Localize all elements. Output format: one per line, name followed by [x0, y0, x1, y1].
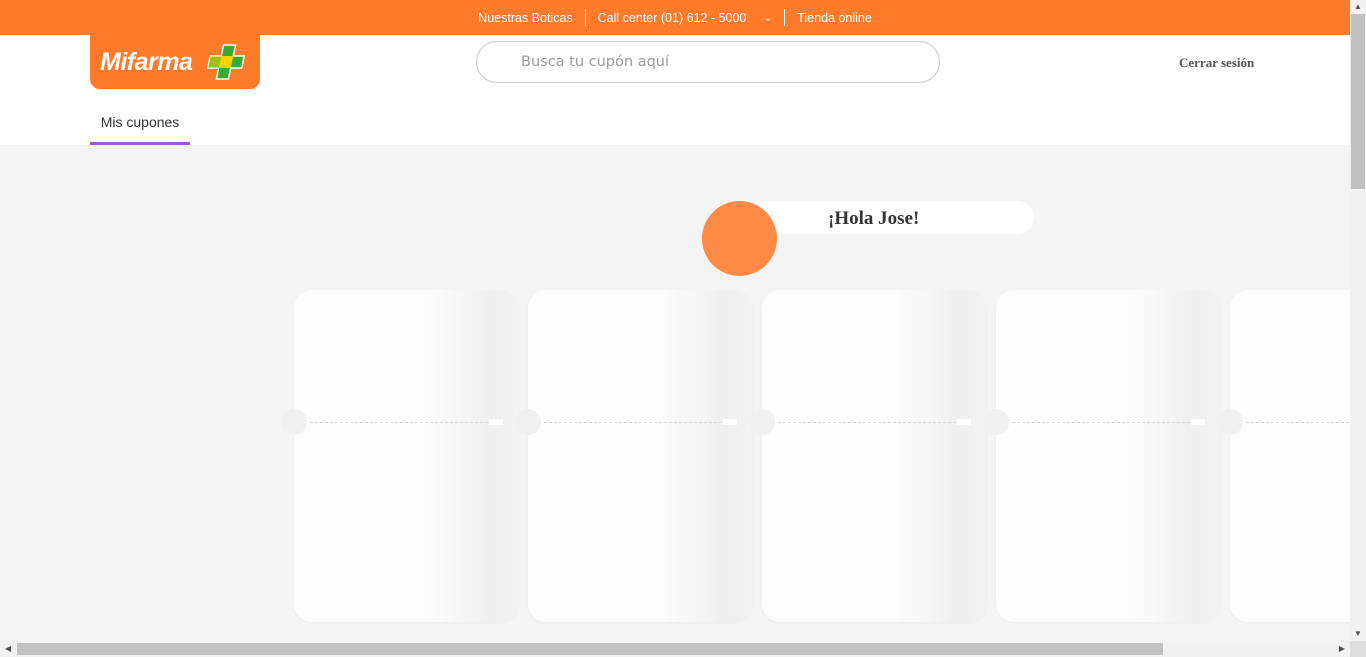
perforation-line — [310, 422, 488, 423]
stores-link[interactable]: Nuestras Boticas — [466, 11, 584, 25]
card-notch — [281, 409, 307, 435]
perforation-tick — [489, 419, 503, 425]
tab-mis-cupones[interactable]: Mis cupones — [90, 99, 190, 145]
coupon-list — [0, 290, 1350, 624]
scroll-left-arrow-icon[interactable]: ◀ — [0, 641, 16, 657]
logout-link[interactable]: Cerrar sesión — [1179, 55, 1254, 71]
mifarma-logo[interactable]: Mifarma — [90, 35, 260, 89]
coupon-card[interactable] — [1217, 290, 1350, 622]
chevron-down-icon[interactable]: ⌄ — [764, 13, 772, 24]
coupon-card[interactable] — [749, 290, 986, 622]
card-notch — [1217, 409, 1243, 435]
logo-text: Mifarma — [100, 47, 193, 76]
header: Mifarma Cerrar sesión Mis cupones — [0, 35, 1350, 145]
card-notch — [515, 409, 541, 435]
vertical-scroll-thumb[interactable] — [1351, 14, 1365, 189]
callcenter-link[interactable]: Call center (01) 612 - 5000 ⌄ — [586, 11, 785, 25]
perforation-line — [1012, 422, 1190, 423]
greeting-banner: ¡Hola Jose! — [740, 201, 1034, 234]
search-input[interactable] — [521, 42, 921, 82]
scroll-right-arrow-icon[interactable]: ▶ — [1334, 641, 1350, 657]
scroll-up-arrow-icon[interactable]: ▲ — [1350, 0, 1366, 14]
coupon-card[interactable] — [281, 290, 518, 622]
card-notch — [749, 409, 775, 435]
vertical-scrollbar[interactable]: ▲ ▼ — [1350, 0, 1366, 641]
card-notch — [983, 409, 1009, 435]
perforation-line — [544, 422, 722, 423]
scroll-down-arrow-icon[interactable]: ▼ — [1350, 627, 1366, 641]
top-bar: Nuestras Boticas Call center (01) 612 - … — [0, 0, 1350, 35]
perforation-line — [778, 422, 956, 423]
search-box — [476, 41, 940, 83]
callcenter-label: Call center (01) 612 - 5000 — [597, 10, 747, 25]
coupon-card[interactable] — [515, 290, 752, 622]
tab-label: Mis cupones — [100, 113, 180, 130]
perforation-line — [1246, 422, 1350, 423]
horizontal-scroll-thumb[interactable] — [17, 643, 1163, 655]
perforation-tick — [957, 419, 971, 425]
perforation-tick — [1191, 419, 1205, 425]
plus-cross-icon — [206, 44, 245, 80]
coupon-card[interactable] — [983, 290, 1220, 622]
greeting-text: ¡Hola Jose! — [828, 208, 920, 229]
online-store-link[interactable]: Tienda online — [785, 11, 884, 25]
perforation-tick — [723, 419, 737, 425]
scrollbar-corner — [1350, 641, 1366, 657]
horizontal-scrollbar[interactable]: ◀ ▶ — [0, 641, 1350, 657]
avatar — [702, 201, 777, 276]
